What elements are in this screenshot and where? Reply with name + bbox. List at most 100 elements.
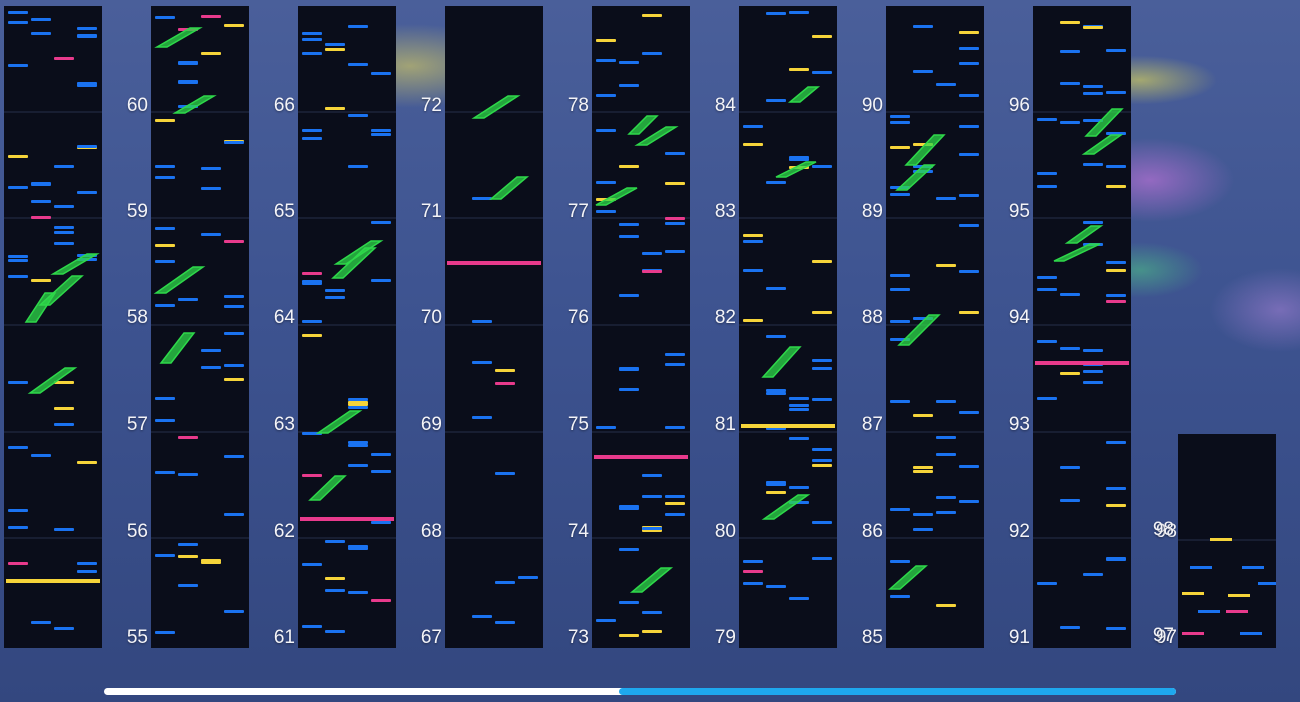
tap-note [1037, 288, 1057, 291]
tap-note [302, 129, 322, 132]
chart-scrollbar-thumb[interactable] [619, 688, 1176, 695]
tap-note [743, 269, 763, 272]
tap-note [371, 133, 391, 136]
tap-note [371, 521, 391, 524]
measure-number: 67 [420, 627, 442, 648]
measure-column[interactable] [1178, 434, 1276, 648]
slide-note [775, 161, 817, 178]
tap-note [325, 289, 345, 292]
measure-number: 77 [567, 201, 589, 222]
tap-note [1083, 573, 1103, 576]
tap-note [1083, 85, 1103, 88]
measure-number: 86 [861, 521, 883, 542]
flick-note [31, 216, 51, 219]
tap-note [31, 32, 51, 35]
measure-number: 93 [1008, 414, 1030, 435]
tap-note [959, 153, 979, 156]
tap-note [8, 526, 28, 529]
tap-note [8, 259, 28, 262]
measure-number: 95 [1008, 201, 1030, 222]
measure-number: 81 [714, 414, 736, 435]
tap-note [1106, 558, 1126, 561]
tap-note [348, 441, 368, 444]
tap-note [54, 165, 74, 168]
flick-note [665, 217, 685, 220]
tap-note [913, 25, 933, 28]
tap-note [1106, 627, 1126, 630]
tap-note [77, 191, 97, 194]
tap-note [155, 554, 175, 557]
ex-note [619, 165, 639, 168]
ex-note [54, 407, 74, 410]
slide-note [50, 253, 100, 275]
tap-note [789, 156, 809, 159]
measure-column[interactable] [151, 6, 249, 648]
tap-note [766, 99, 786, 102]
tap-note [1190, 566, 1212, 569]
measure-column[interactable] [739, 6, 837, 648]
tap-note [348, 464, 368, 467]
tap-note [1037, 397, 1057, 400]
tap-note [1060, 466, 1080, 469]
hold-note [447, 261, 541, 265]
ex-note [936, 604, 956, 607]
measure-column[interactable] [4, 6, 102, 648]
measure-column[interactable] [886, 6, 984, 648]
ex-note [665, 502, 685, 505]
column-notes [151, 15, 249, 634]
ex-note [1228, 594, 1250, 597]
measure-column[interactable] [298, 6, 396, 648]
tap-note [766, 287, 786, 290]
tap-note [890, 193, 910, 196]
tap-note [54, 231, 74, 234]
tap-note [766, 483, 786, 486]
ex-note [31, 279, 51, 282]
ex-note [224, 24, 244, 27]
measure-number: 69 [420, 414, 442, 435]
tap-note [596, 59, 616, 62]
ex-note [665, 182, 685, 185]
measure-number: 73 [567, 627, 589, 648]
slide-note [1053, 243, 1101, 262]
hold-note [300, 517, 394, 521]
tap-note [789, 404, 809, 407]
slide-note [761, 494, 811, 520]
tap-note [348, 165, 368, 168]
tap-note [619, 61, 639, 64]
tap-note [1083, 349, 1103, 352]
tap-note [1037, 582, 1057, 585]
measure-number: 63 [273, 414, 295, 435]
tap-note [890, 508, 910, 511]
tap-note [201, 366, 221, 369]
tap-note [789, 597, 809, 600]
measure-number: 90 [861, 95, 883, 116]
tap-note [596, 129, 616, 132]
tap-note [642, 52, 662, 55]
tap-note [743, 560, 763, 563]
tap-note [596, 619, 616, 622]
ex-note [766, 491, 786, 494]
tap-note [302, 32, 322, 35]
chart-scrollbar[interactable] [104, 688, 1176, 695]
tap-note [371, 221, 391, 224]
tap-note [325, 296, 345, 299]
measure-number: 88 [861, 307, 883, 328]
ex-note [936, 264, 956, 267]
tap-note [155, 471, 175, 474]
tap-note [155, 227, 175, 230]
tap-note [789, 437, 809, 440]
slide-note [153, 266, 206, 294]
tap-note [178, 543, 198, 546]
measure-number: 61 [273, 627, 295, 648]
ex-note [325, 48, 345, 51]
tap-note [54, 205, 74, 208]
measure-column[interactable] [592, 6, 690, 648]
slide-note [629, 567, 674, 593]
ex-note [1210, 538, 1232, 541]
tap-note [8, 255, 28, 258]
measure-column[interactable] [1033, 6, 1131, 648]
flick-note [1226, 610, 1248, 613]
measure-column[interactable] [445, 6, 543, 648]
ex-note [913, 466, 933, 469]
column-notes [739, 11, 837, 600]
